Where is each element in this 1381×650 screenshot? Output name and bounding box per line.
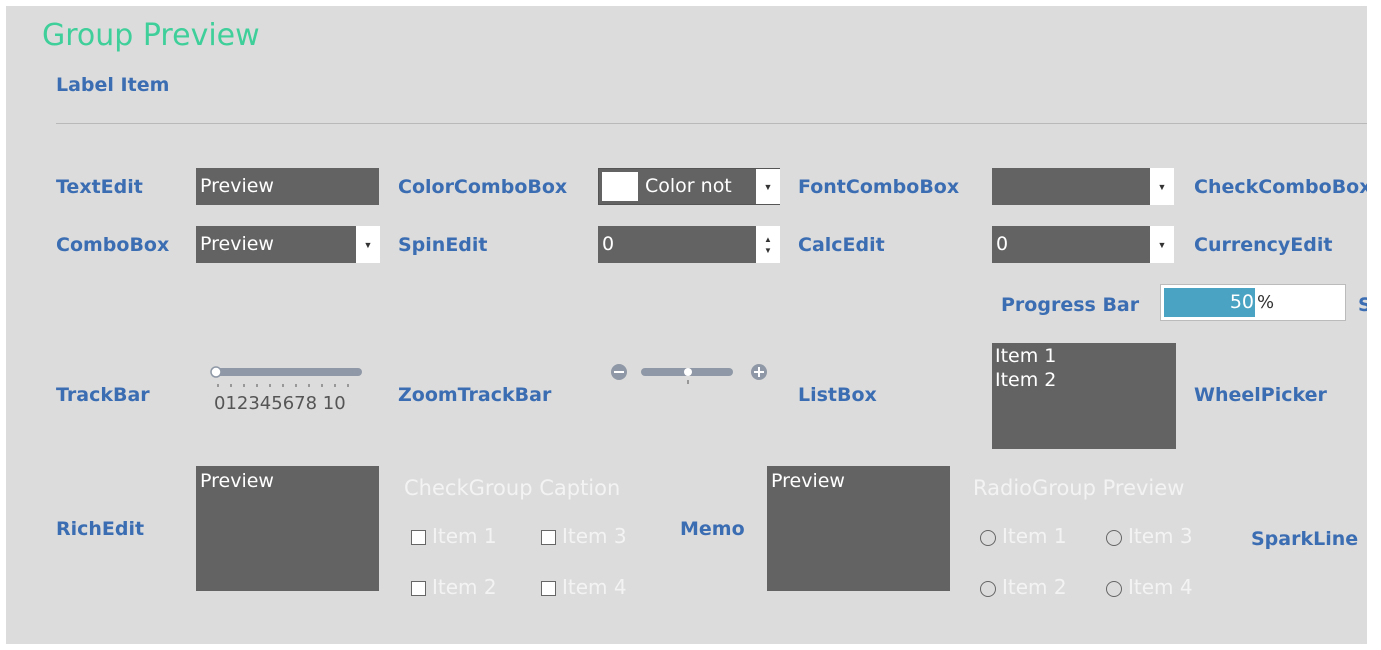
spinedit-field[interactable]: 0 xyxy=(598,226,756,263)
chevron-down-icon[interactable]: ▼ xyxy=(1150,168,1174,205)
chevron-down-icon[interactable]: ▼ xyxy=(756,169,780,204)
zoom-out-icon xyxy=(614,371,624,373)
listbox-item[interactable]: Item 1 xyxy=(995,345,1056,367)
combobox-field[interactable]: Preview xyxy=(196,226,356,263)
radiogroup-item-4[interactable]: Item 4 xyxy=(1106,575,1193,599)
zoomtrackbar[interactable] xyxy=(609,362,779,392)
group-title: Group Preview xyxy=(42,18,260,53)
zoom-in-icon xyxy=(758,367,760,377)
checkgroup-item-2[interactable]: Item 2 xyxy=(411,575,497,599)
textedit-field[interactable]: Preview xyxy=(196,168,379,205)
listbox-label: ListBox xyxy=(798,384,877,406)
radiogroup-item-1[interactable]: Item 1 xyxy=(980,524,1067,548)
colorcombobox[interactable]: Color not ▼ xyxy=(598,168,780,205)
radio-icon[interactable] xyxy=(980,529,996,546)
progress-bar: 50 % xyxy=(1160,284,1346,321)
radio-icon[interactable] xyxy=(980,580,996,597)
trackbar-scale: 012345678 10 xyxy=(214,393,346,414)
label-item: Label Item xyxy=(56,74,170,96)
checkbox-icon[interactable] xyxy=(541,530,556,545)
checkgroup-item-1[interactable]: Item 1 xyxy=(411,524,497,548)
checkbox-icon[interactable] xyxy=(411,530,426,545)
chevron-down-icon[interactable]: ▼ xyxy=(1150,226,1174,263)
spin-up-icon[interactable]: ▲ xyxy=(764,234,772,245)
richedit-field[interactable]: Preview xyxy=(196,466,379,591)
combobox-label: ComboBox xyxy=(56,234,170,256)
spinedit-label: SpinEdit xyxy=(398,234,488,256)
checkgroup-caption: CheckGroup Caption xyxy=(404,476,621,500)
memo-field[interactable]: Preview xyxy=(767,466,950,591)
textedit-label: TextEdit xyxy=(56,176,143,198)
group-preview-panel: Group Preview Label Item TextEdit Previe… xyxy=(6,6,1367,644)
fontcombobox-label: FontComboBox xyxy=(798,176,960,198)
checkcombobox-label: CheckComboBox xyxy=(1194,176,1367,198)
checkbox-icon[interactable] xyxy=(411,581,426,596)
radiogroup-caption: RadioGroup Preview xyxy=(973,476,1185,500)
richedit-label: RichEdit xyxy=(56,518,145,540)
colorcombobox-text: Color not xyxy=(645,175,732,197)
radiogroup-item-3[interactable]: Item 3 xyxy=(1106,524,1193,548)
radiogroup-item-2[interactable]: Item 2 xyxy=(980,575,1067,599)
colorcombobox-label: ColorComboBox xyxy=(398,176,568,198)
color-swatch xyxy=(602,172,638,201)
listbox-item[interactable]: Item 2 xyxy=(995,369,1056,391)
cut-label: S xyxy=(1358,294,1367,316)
sparkline-label: SparkLine xyxy=(1251,528,1359,550)
calcedit-field[interactable]: 0 xyxy=(992,226,1150,263)
memo-label: Memo xyxy=(680,518,745,540)
currencyedit-label: CurrencyEdit xyxy=(1194,234,1333,256)
radio-icon[interactable] xyxy=(1106,529,1122,546)
progress-value: 50 xyxy=(1229,291,1254,313)
wheelpicker-label: WheelPicker xyxy=(1194,384,1327,406)
spin-down-icon[interactable]: ▼ xyxy=(764,245,772,256)
separator xyxy=(56,123,1367,124)
chevron-down-icon[interactable]: ▼ xyxy=(356,226,380,263)
listbox[interactable]: Item 1 Item 2 xyxy=(992,343,1176,449)
radio-icon[interactable] xyxy=(1106,580,1122,597)
spin-buttons[interactable]: ▲ ▼ xyxy=(756,226,780,263)
progress-unit: % xyxy=(1257,292,1275,313)
trackbar-label: TrackBar xyxy=(56,384,150,406)
zoomtrackbar-label: ZoomTrackBar xyxy=(398,384,552,406)
fontcombobox-field[interactable] xyxy=(992,168,1150,205)
checkbox-icon[interactable] xyxy=(541,581,556,596)
checkgroup-item-4[interactable]: Item 4 xyxy=(541,575,627,599)
progressbar-label: Progress Bar xyxy=(1001,294,1140,316)
calcedit-label: CalcEdit xyxy=(798,234,885,256)
checkgroup-item-3[interactable]: Item 3 xyxy=(541,524,627,548)
